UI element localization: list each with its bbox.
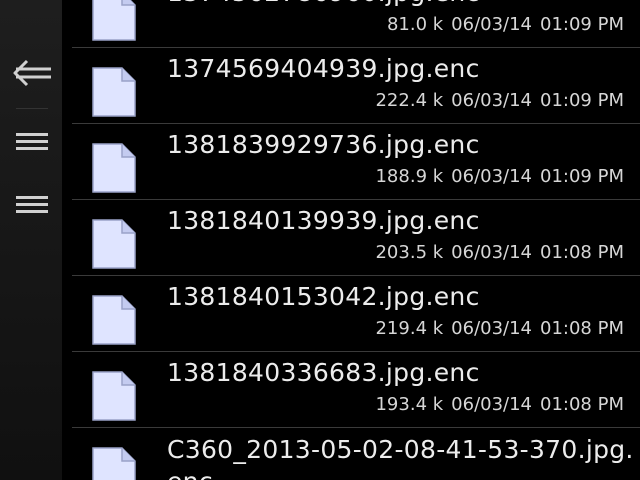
file-name: 1381840153042.jpg.enc: [167, 282, 480, 311]
file-icon: [92, 0, 136, 41]
file-size: 203.5 k: [375, 242, 444, 263]
file-row[interactable]: 1381840153042.jpg.enc 219.4 k 06/03/14 01:0…: [72, 276, 640, 352]
file-name: 1374569404939.jpg.enc: [167, 54, 480, 83]
file-meta: 188.9 k 06/03/14 01:09 PM: [375, 166, 624, 187]
file-date: 06/03/14: [451, 242, 533, 263]
file-list[interactable]: 1374562786960.jpg.enc 81.0 k 06/03/14 01:09…: [62, 0, 640, 480]
file-size: 222.4 k: [375, 90, 444, 111]
back-arrow-icon: [13, 59, 51, 87]
file-row[interactable]: 1381840336683.jpg.enc 193.4 k 06/03/14 01:0…: [72, 352, 640, 428]
file-meta: 193.4 k 06/03/14 01:08 PM: [375, 394, 624, 415]
file-date: 06/03/14: [451, 14, 533, 35]
menu-lines-icon: [16, 133, 48, 150]
menu-button[interactable]: [10, 123, 54, 159]
file-meta: 81.0 k 06/03/14 01:09 PM: [387, 14, 624, 35]
file-row[interactable]: 1374569404939.jpg.enc 222.4 k 06/03/14 01:0…: [72, 48, 640, 124]
file-size: 219.4 k: [375, 318, 444, 339]
file-icon: [92, 295, 136, 345]
file-row[interactable]: 1381840139939.jpg.enc 203.5 k 06/03/14 01:0…: [72, 200, 640, 276]
file-name: 1374562786960.jpg.enc: [167, 0, 480, 7]
file-icon: [92, 219, 136, 269]
file-date: 06/03/14: [451, 318, 533, 339]
file-name: 1381839929736.jpg.enc: [167, 130, 480, 159]
file-time: 01:08 PM: [540, 394, 624, 415]
file-size: 193.4 k: [375, 394, 444, 415]
sidebar-divider: [16, 108, 48, 109]
file-time: 01:08 PM: [540, 242, 624, 263]
file-icon: [92, 67, 136, 117]
file-meta: 203.5 k 06/03/14 01:08 PM: [375, 242, 624, 263]
file-time: 01:09 PM: [540, 14, 624, 35]
file-size: 188.9 k: [375, 166, 444, 187]
file-size: 81.0 k: [386, 14, 444, 35]
file-name: C360_2013-05-02-08-41-53-370.jpg.enc: [167, 435, 634, 480]
back-button[interactable]: [10, 55, 54, 91]
file-date: 06/03/14: [451, 90, 533, 111]
file-time: 01:09 PM: [540, 90, 624, 111]
file-name: 1381840139939.jpg.enc: [167, 206, 480, 235]
file-icon: [92, 371, 136, 421]
menu-lines-icon: [16, 196, 48, 213]
menu-button-2[interactable]: [10, 186, 54, 222]
file-meta: 222.4 k 06/03/14 01:09 PM: [375, 90, 624, 111]
file-time: 01:08 PM: [540, 318, 624, 339]
file-meta: 219.4 k 06/03/14 01:08 PM: [375, 318, 624, 339]
sidebar: [0, 0, 62, 480]
file-name: 1381840336683.jpg.enc: [167, 358, 480, 387]
file-meta: [608, 470, 624, 480]
file-icon: [92, 143, 136, 193]
file-row[interactable]: C360_2013-05-02-08-41-53-370.jpg.enc: [72, 428, 640, 480]
file-time: 01:09 PM: [540, 166, 624, 187]
file-date: 06/03/14: [451, 166, 533, 187]
file-row[interactable]: 1374562786960.jpg.enc 81.0 k 06/03/14 01:09…: [72, 0, 640, 48]
file-date: 06/03/14: [451, 394, 533, 415]
file-icon: [92, 447, 136, 480]
file-row[interactable]: 1381839929736.jpg.enc 188.9 k 06/03/14 01:0…: [72, 124, 640, 200]
